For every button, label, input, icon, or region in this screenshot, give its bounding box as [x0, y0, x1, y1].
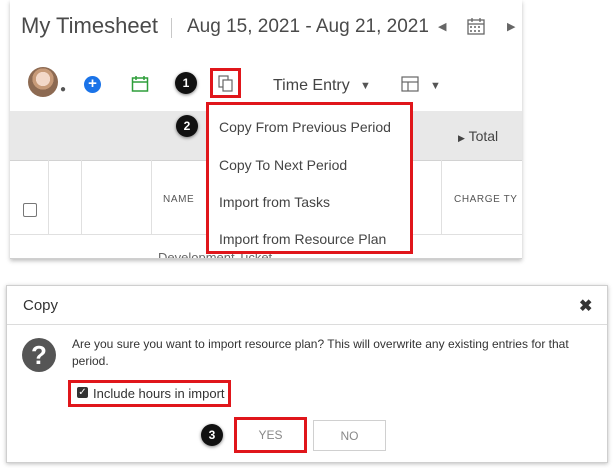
dialog-message: Are you sure you want to import resource… — [72, 337, 569, 368]
copy-dialog: Copy ✖ ? Are you sure you want to import… — [6, 285, 608, 463]
column-header-charge-type[interactable]: CHARGE TY — [454, 194, 518, 205]
select-all-checkbox[interactable] — [23, 203, 37, 217]
no-button[interactable]: NO — [313, 420, 386, 451]
dialog-title: Copy — [23, 297, 59, 314]
calendar-icon[interactable] — [466, 16, 486, 36]
menu-item-import-from-resource-plan[interactable]: Import from Resource Plan — [219, 231, 386, 247]
column-header-name[interactable]: NAME — [163, 194, 194, 205]
copy-button-highlight[interactable] — [210, 68, 241, 98]
total-label: Total — [468, 128, 499, 144]
calendar-add-icon[interactable] — [131, 75, 149, 93]
total-column-toggle[interactable]: ▶ Total — [458, 128, 498, 144]
dialog-divider — [7, 324, 607, 325]
plus-circle-icon[interactable]: + — [84, 76, 101, 93]
menu-item-import-from-tasks[interactable]: Import from Tasks — [219, 194, 330, 210]
column-divider — [441, 160, 442, 234]
include-hours-label[interactable]: Include hours in import — [93, 386, 225, 401]
include-hours-highlight[interactable]: ✓ Include hours in import — [68, 380, 231, 407]
column-divider — [151, 160, 152, 234]
chevron-right-icon: ▶ — [458, 133, 465, 143]
include-hours-checkbox[interactable]: ✓ — [77, 387, 88, 398]
menu-item-copy-to-next[interactable]: Copy To Next Period — [219, 157, 347, 173]
grid-layout-icon[interactable] — [401, 76, 419, 92]
title-divider — [171, 18, 172, 38]
column-divider — [48, 160, 49, 234]
avatar[interactable] — [28, 67, 58, 97]
chevron-down-icon[interactable]: ▼ — [360, 80, 371, 92]
chevron-right-icon[interactable]: ▶ — [507, 20, 515, 33]
column-divider — [81, 160, 82, 234]
chevron-down-icon[interactable]: ▼ — [430, 80, 441, 92]
step-badge-3: 3 — [201, 424, 223, 446]
question-icon: ? — [22, 338, 56, 372]
step-badge-2: 2 — [176, 115, 198, 137]
step-badge-1: 1 — [175, 72, 197, 94]
time-entry-dropdown[interactable]: Time Entry — [273, 77, 350, 95]
chevron-left-icon[interactable]: ◀ — [438, 20, 446, 33]
copy-icon — [218, 75, 233, 92]
timesheet-panel: My Timesheet Aug 15, 2021 - Aug 21, 2021… — [10, 0, 522, 259]
avatar-indicator: ● — [60, 84, 67, 95]
page-title: My Timesheet — [21, 13, 158, 38]
close-icon[interactable]: ✖ — [579, 296, 592, 316]
menu-item-copy-from-previous[interactable]: Copy From Previous Period — [219, 119, 391, 135]
copy-menu: Copy From Previous Period Copy To Next P… — [206, 102, 413, 254]
yes-button[interactable]: YES — [234, 417, 307, 453]
date-range: Aug 15, 2021 - Aug 21, 2021 — [187, 16, 429, 37]
